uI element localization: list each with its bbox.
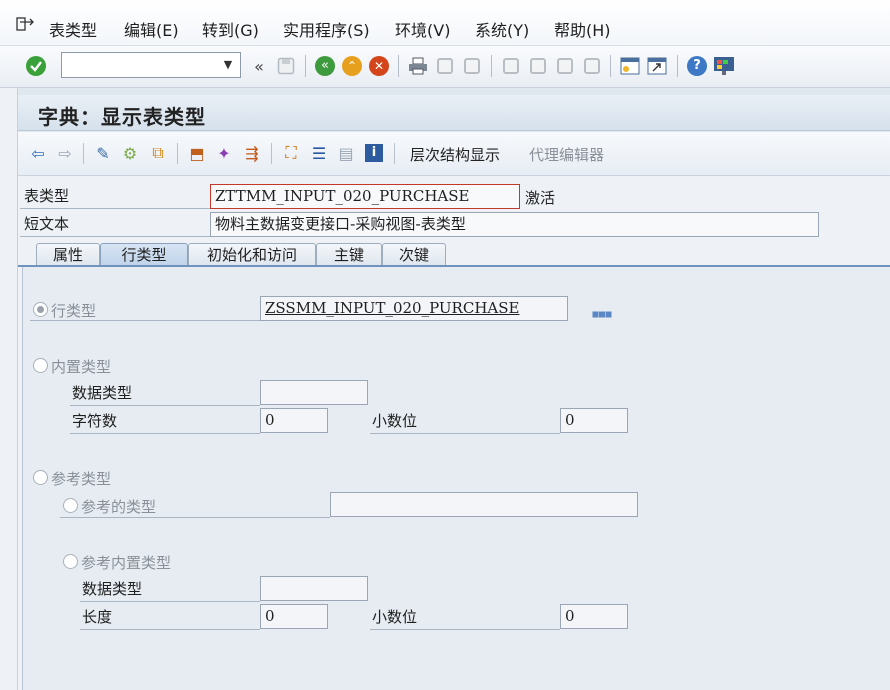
customize-layout-icon[interactable]	[713, 56, 735, 76]
save-icon[interactable]	[275, 56, 297, 76]
menu-system[interactable]: 系统(Y)	[475, 17, 529, 41]
ref-to-type-label: 参考的类型	[81, 498, 157, 516]
hierarchy-icon[interactable]: ⛶	[281, 143, 301, 163]
toolbar-separator	[394, 143, 395, 164]
hierarchy-display-button[interactable]: 层次结构显示	[410, 144, 500, 165]
menu-table-type[interactable]: 表类型	[49, 17, 97, 41]
where-used-icon[interactable]: ⇶	[242, 143, 262, 163]
toolbar-separator	[677, 55, 678, 77]
new-session-icon[interactable]	[619, 56, 641, 76]
toolbar-separator	[610, 55, 611, 77]
toolbar-separator	[398, 55, 399, 77]
menu-help[interactable]: 帮助(H)	[554, 17, 611, 41]
prev-page-icon[interactable]	[527, 56, 549, 76]
next-page-icon[interactable]	[554, 56, 576, 76]
ref-decimals-label: 小数位	[370, 606, 560, 630]
table-type-label: 表类型	[20, 184, 210, 209]
display-change-icon[interactable]: ✎	[93, 143, 113, 163]
reference-type-radio[interactable]	[33, 470, 48, 485]
test-icon[interactable]: ✦	[214, 143, 234, 163]
decimals-field[interactable]: 0	[560, 408, 628, 433]
ref-data-type-label: 数据类型	[80, 578, 260, 602]
find-next-icon[interactable]	[461, 56, 483, 76]
toolbar-separator	[271, 143, 272, 164]
menu-goto[interactable]: 转到(G)	[202, 17, 259, 41]
toolbar-separator	[491, 55, 492, 77]
builtin-type-radio[interactable]	[33, 358, 48, 373]
first-page-icon[interactable]	[500, 56, 522, 76]
short-text-field[interactable]: 物料主数据变更接口-采购视图-表类型	[210, 212, 819, 237]
short-text-label: 短文本	[20, 212, 210, 237]
help-icon[interactable]: ?	[686, 56, 708, 76]
tab-line-type[interactable]: 行类型	[100, 243, 188, 266]
ref-underline	[60, 517, 330, 518]
tab-secondary-key[interactable]: 次键	[382, 243, 446, 266]
decimals-label: 小数位	[370, 410, 560, 434]
command-dropdown-icon[interactable]: ▼	[220, 57, 236, 73]
length-label: 长度	[80, 606, 260, 630]
ref-to-type-radio[interactable]	[63, 498, 78, 513]
menu-utilities[interactable]: 实用程序(S)	[283, 17, 370, 41]
command-field[interactable]	[61, 52, 241, 78]
menu-environment[interactable]: 环境(V)	[395, 17, 450, 41]
reference-type-label: 参考类型	[51, 470, 112, 488]
left-strip	[0, 88, 18, 690]
tab-attributes[interactable]: 属性	[36, 243, 100, 266]
ref-builtin-radio[interactable]	[63, 554, 78, 569]
toolbar-separator	[177, 143, 178, 164]
row-underline	[30, 320, 260, 321]
chars-field[interactable]: 0	[260, 408, 328, 433]
collapse-icon[interactable]: «	[248, 56, 270, 76]
table-icon[interactable]: ▤	[336, 143, 356, 163]
back-icon[interactable]: «	[314, 56, 336, 76]
other-object-icon[interactable]: ⚙	[120, 143, 140, 163]
menu-icon[interactable]	[16, 17, 36, 33]
tab-init-access[interactable]: 初始化和访问	[188, 243, 316, 266]
toolbar-separator	[83, 143, 84, 164]
ref-to-type-field[interactable]	[330, 492, 638, 517]
length-field[interactable]: 0	[260, 604, 328, 629]
table-type-field[interactable]: ZTTMM_INPUT_020_PURCHASE	[210, 184, 520, 209]
search-help-icon[interactable]	[592, 305, 612, 318]
info-icon[interactable]: i	[364, 143, 384, 163]
menu-edit[interactable]: 编辑(E)	[124, 17, 179, 41]
row-type-field[interactable]: ZSSMM_INPUT_020_PURCHASE	[260, 296, 568, 321]
toolbar-separator	[305, 55, 306, 77]
enter-icon[interactable]	[25, 56, 47, 76]
builtin-type-label: 内置类型	[51, 358, 112, 376]
activate-icon[interactable]: ⬒	[187, 143, 207, 163]
back-arrow-icon[interactable]: ⇦	[28, 143, 48, 163]
page-title: 字典：显示表类型	[38, 105, 206, 129]
status-text: 激活	[525, 189, 556, 207]
object-list-icon[interactable]: ☰	[309, 143, 329, 163]
print-icon[interactable]	[407, 56, 429, 76]
cancel-icon[interactable]: ✕	[368, 56, 390, 76]
ref-data-type-field[interactable]	[260, 576, 368, 601]
find-icon[interactable]	[434, 56, 456, 76]
data-type-label: 数据类型	[70, 382, 260, 406]
ref-builtin-label: 参考内置类型	[81, 554, 172, 572]
proxy-editor-button[interactable]: 代理编辑器	[529, 144, 604, 165]
last-page-icon[interactable]	[581, 56, 603, 76]
check-icon[interactable]: ⧉	[148, 143, 168, 163]
ref-decimals-field[interactable]: 0	[560, 604, 628, 629]
row-type-label: 行类型	[51, 302, 97, 320]
shortcut-icon[interactable]	[646, 56, 668, 76]
forward-arrow-icon[interactable]: ⇨	[55, 143, 75, 163]
tab-primary-key[interactable]: 主键	[316, 243, 382, 266]
data-type-field[interactable]	[260, 380, 368, 405]
exit-icon[interactable]: ⌃	[341, 56, 363, 76]
chars-label: 字符数	[70, 410, 260, 434]
row-type-radio[interactable]	[33, 302, 48, 317]
